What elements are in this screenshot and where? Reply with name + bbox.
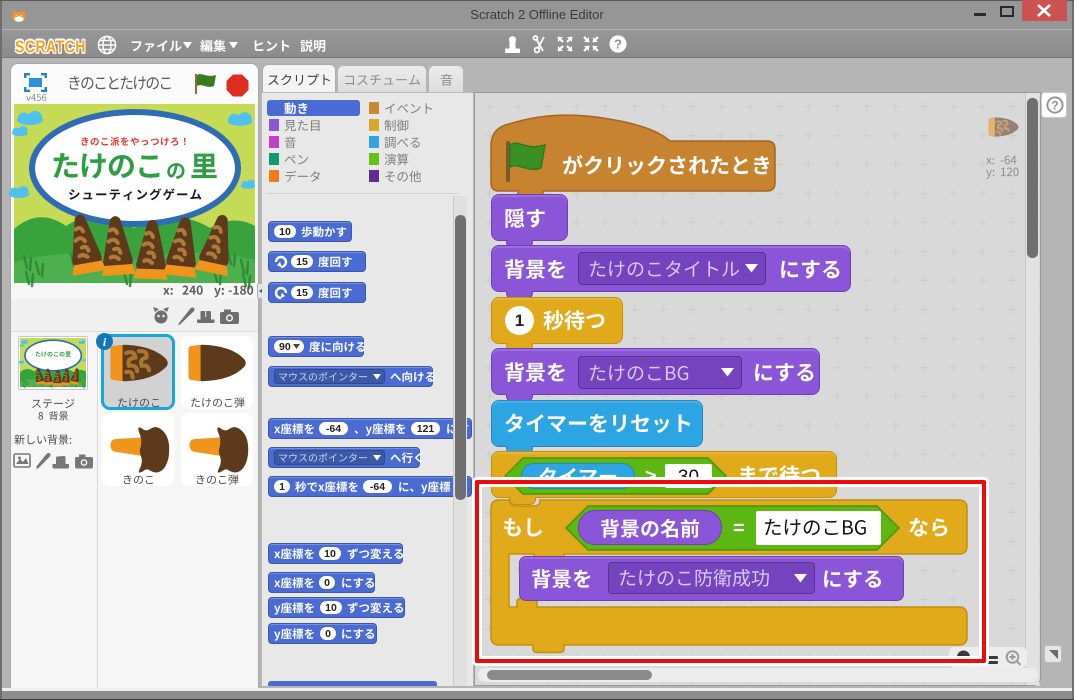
svg-text:?: ?: [1051, 100, 1058, 112]
svg-text:?: ?: [614, 37, 622, 52]
